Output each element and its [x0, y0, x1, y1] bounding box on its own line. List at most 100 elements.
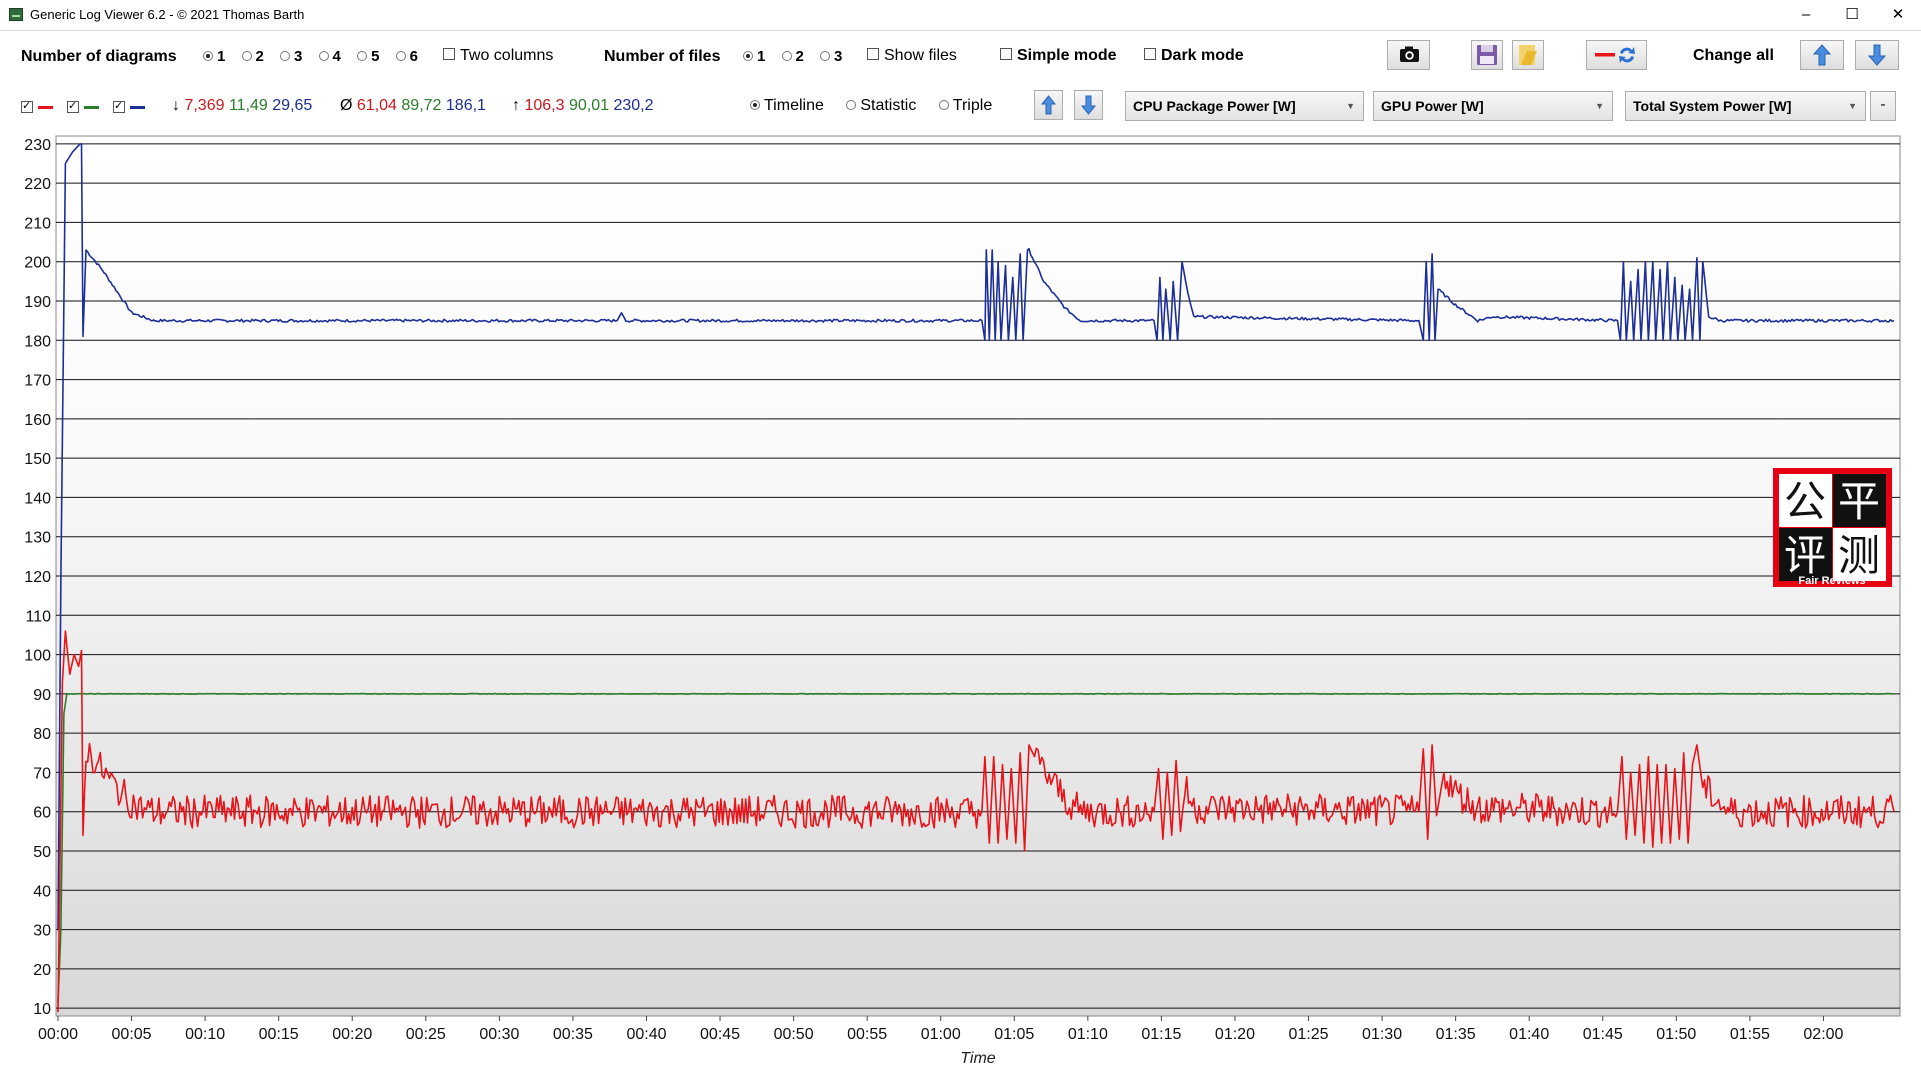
y-tick-label: 200 — [24, 255, 51, 272]
y-tick-label: 10 — [33, 1001, 51, 1018]
chevron-down-icon: ▼ — [1848, 101, 1857, 111]
two-columns-checkbox[interactable]: Two columns — [443, 47, 553, 65]
x-tick-label: 01:40 — [1509, 1026, 1549, 1043]
y-tick-label: 60 — [33, 805, 51, 822]
stats-minimum: ↓ 7,369 11,49 29,65 — [172, 97, 312, 115]
view-radio-statistic[interactable]: Statistic — [846, 97, 916, 115]
file-radio-3[interactable]: 3 — [820, 48, 842, 65]
close-button[interactable]: ✕ — [1875, 0, 1921, 30]
save-icon — [1477, 45, 1497, 65]
series-toggle-system[interactable] — [113, 99, 145, 118]
title-bar: Generic Log Viewer 6.2 - © 2021 Thomas B… — [0, 0, 1921, 31]
diagram-radio-5[interactable]: 5 — [357, 48, 379, 65]
y-tick-label: 180 — [24, 333, 51, 350]
x-tick-label: 01:45 — [1583, 1026, 1623, 1043]
show-files-checkbox[interactable]: Show files — [867, 47, 957, 65]
y-tick-label: 210 — [24, 215, 51, 232]
move-all-down-button[interactable] — [1855, 40, 1899, 70]
screenshot-button[interactable] — [1387, 40, 1430, 70]
x-tick-label: 00:15 — [259, 1026, 299, 1043]
view-radio-timeline[interactable]: Timeline — [750, 97, 824, 115]
x-tick-label: 00:40 — [626, 1026, 666, 1043]
y-tick-label: 100 — [24, 648, 51, 665]
stats-maximum: ↑ 106,3 90,01 230,2 — [512, 97, 654, 115]
x-tick-label: 01:55 — [1730, 1026, 1770, 1043]
diagram-radio-4[interactable]: 4 — [318, 48, 341, 65]
window-title: Generic Log Viewer 6.2 - © 2021 Thomas B… — [30, 7, 305, 22]
series-select-system[interactable]: Total System Power [W] ▼ — [1625, 91, 1866, 121]
y-tick-label: 170 — [24, 373, 51, 390]
watermark-subtitle: Fair Reviews — [1798, 575, 1865, 587]
swap-series-button[interactable] — [1586, 40, 1647, 70]
avg-value-gpu: 89,72 — [401, 97, 442, 114]
open-folder-button[interactable] — [1512, 40, 1544, 70]
view-mode-radio-group: Timeline Statistic Triple — [750, 97, 1010, 115]
avg-value-system: 186,1 — [445, 97, 486, 114]
max-value-cpu: 106,3 — [524, 97, 565, 114]
chevron-down-icon: ▼ — [1595, 101, 1604, 111]
arrow-down-icon — [1080, 95, 1097, 115]
x-tick-label: 01:10 — [1068, 1026, 1108, 1043]
chevron-down-icon: ▼ — [1346, 101, 1355, 111]
remove-diagram-button[interactable]: - — [1870, 91, 1896, 121]
x-axis-ticks: 00:00 00:05 00:10 00:15 00:20 00:25 00:30 00:35… — [38, 1016, 1844, 1043]
timeline-chart: 10 20 30 40 50 60 70 80 90 100 110 120 130 140 150 160 1… — [0, 128, 1921, 1080]
x-tick-label: 00:05 — [112, 1026, 152, 1043]
x-tick-label: 01:05 — [994, 1026, 1034, 1043]
avg-value-cpu: 61,04 — [356, 97, 397, 114]
series-select-gpu[interactable]: GPU Power [W] ▼ — [1373, 91, 1613, 121]
file-radio-1[interactable]: 1 — [743, 48, 765, 65]
watermark-char-2: 平 — [1838, 478, 1880, 525]
change-all-label: Change all — [1693, 47, 1774, 64]
view-radio-triple[interactable]: Triple — [938, 97, 992, 115]
min-arrow-icon: ↓ — [172, 97, 180, 114]
x-tick-label: 00:20 — [332, 1026, 372, 1043]
x-tick-label: 01:35 — [1436, 1026, 1476, 1043]
min-value-cpu: 7,369 — [184, 97, 225, 114]
watermark-char-4: 测 — [1838, 532, 1880, 579]
diagram-radio-3[interactable]: 3 — [280, 48, 302, 65]
num-files-label: Number of files — [604, 48, 721, 65]
dark-mode-checkbox[interactable]: Dark mode — [1144, 47, 1244, 65]
y-tick-label: 80 — [33, 726, 51, 743]
series-select-gpu-value: GPU Power [W] — [1381, 98, 1484, 114]
diagram-radio-2[interactable]: 2 — [241, 48, 264, 65]
x-tick-label: 00:55 — [847, 1026, 887, 1043]
average-symbol-icon: Ø — [340, 97, 353, 114]
x-tick-label: 01:30 — [1362, 1026, 1402, 1043]
y-tick-label: 220 — [24, 176, 51, 193]
diagram-radio-6[interactable]: 6 — [395, 48, 418, 65]
stats-average: Ø 61,04 89,72 186,1 — [340, 97, 486, 115]
series-toggle-cpu[interactable] — [21, 99, 53, 118]
save-button[interactable] — [1471, 40, 1503, 70]
x-tick-label: 00:25 — [406, 1026, 446, 1043]
watermark-char-3: 评 — [1784, 532, 1826, 579]
arrow-up-icon — [1812, 44, 1832, 66]
app-window: Generic Log Viewer 6.2 - © 2021 Thomas B… — [0, 0, 1921, 1080]
y-tick-label: 130 — [24, 530, 51, 547]
y-tick-label: 150 — [24, 451, 51, 468]
minimize-button[interactable]: – — [1783, 0, 1829, 30]
simple-mode-checkbox[interactable]: Simple mode — [1000, 47, 1117, 65]
x-tick-label: 00:35 — [553, 1026, 593, 1043]
x-tick-label: 01:00 — [921, 1026, 961, 1043]
arrow-down-icon — [1867, 44, 1887, 66]
diagram-radio-1[interactable]: 1 — [203, 48, 225, 65]
y-axis-ticks: 10 20 30 40 50 60 70 80 90 100 110 120 130 140 150 160 1… — [24, 137, 51, 1018]
y-tick-label: 20 — [33, 962, 51, 979]
arrow-up-icon — [1040, 95, 1057, 115]
x-tick-label: 00:30 — [479, 1026, 519, 1043]
diagram-down-button[interactable] — [1074, 90, 1103, 120]
move-all-up-button[interactable] — [1800, 40, 1844, 70]
series-select-cpu[interactable]: CPU Package Power [W] ▼ — [1125, 91, 1364, 121]
num-diagrams-label: Number of diagrams — [21, 48, 177, 65]
watermark-char-1: 公 — [1784, 478, 1826, 525]
diagram-up-button[interactable] — [1034, 90, 1063, 120]
maximize-button[interactable]: ☐ — [1829, 0, 1875, 30]
x-tick-label: 00:50 — [774, 1026, 814, 1043]
y-tick-label: 110 — [25, 608, 51, 625]
x-tick-label: 00:00 — [38, 1026, 78, 1043]
series-toggle-gpu[interactable] — [67, 99, 99, 118]
diagram-count-radio-group: 1 2 3 4 5 6 — [203, 48, 430, 65]
file-radio-2[interactable]: 2 — [781, 48, 804, 65]
